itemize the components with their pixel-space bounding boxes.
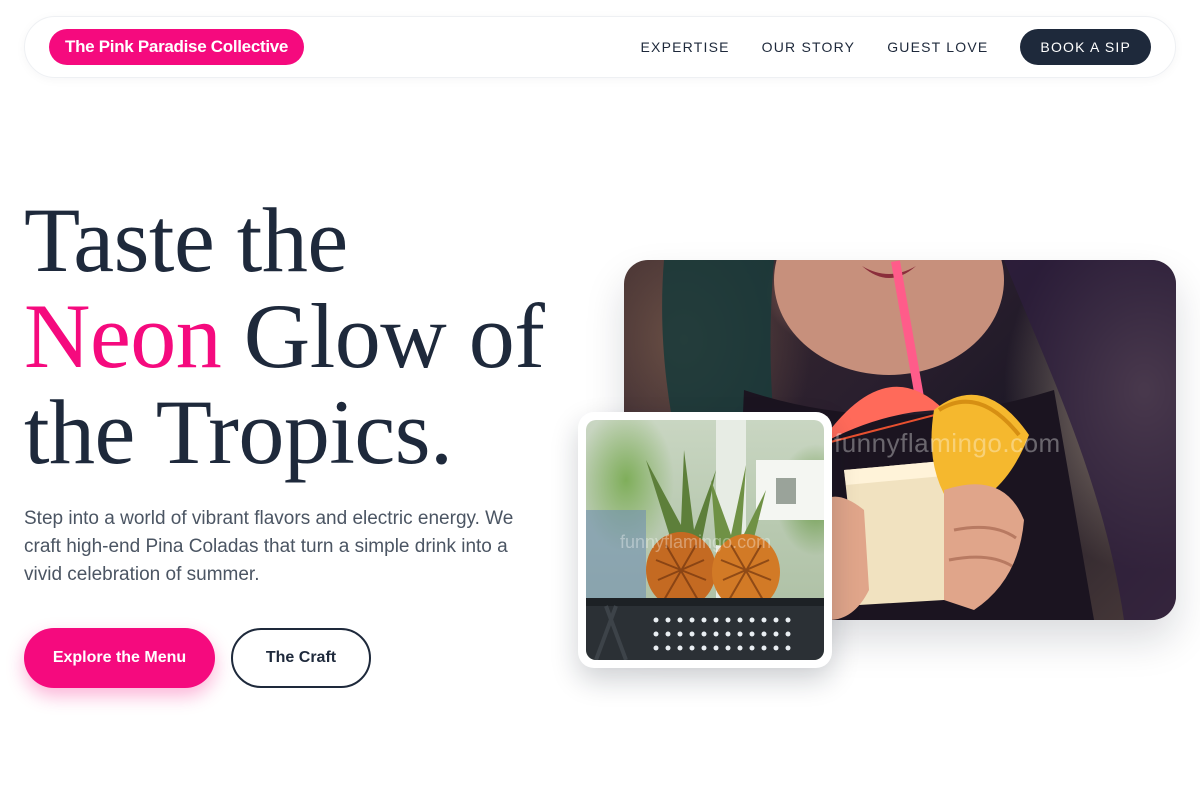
pineapple-photo-card: funnyflamingo.com (578, 412, 832, 668)
book-a-sip-button[interactable]: BOOK A SIP (1020, 29, 1151, 65)
nav-links: EXPERTISE OUR STORY GUEST LOVE BOOK A SI… (641, 29, 1151, 65)
small-photo-watermark: funnyflamingo.com (620, 532, 772, 552)
headline-line-2-rest: Glow of (221, 285, 545, 387)
headline-line-1: Taste the (24, 189, 348, 291)
headline-accent-word: Neon (24, 285, 222, 387)
nav-link-our-story[interactable]: OUR STORY (762, 39, 856, 55)
hero-description: Step into a world of vibrant flavors and… (24, 508, 514, 585)
main-photo-watermark: funnyflamingo.com (834, 428, 1061, 458)
nav-link-expertise[interactable]: EXPERTISE (641, 39, 730, 55)
pineapple-photo: funnyflamingo.com (586, 420, 824, 660)
the-craft-button[interactable]: The Craft (231, 628, 371, 688)
hero-headline: Taste the Neon Glow of the Tropics. (24, 192, 604, 480)
brand-logo[interactable]: The Pink Paradise Collective (49, 29, 305, 65)
headline-line-3: the Tropics. (24, 381, 453, 483)
nav-link-guest-love[interactable]: GUEST LOVE (887, 39, 988, 55)
explore-menu-button[interactable]: Explore the Menu (24, 628, 215, 688)
top-navigation: The Pink Paradise Collective EXPERTISE O… (24, 16, 1176, 78)
